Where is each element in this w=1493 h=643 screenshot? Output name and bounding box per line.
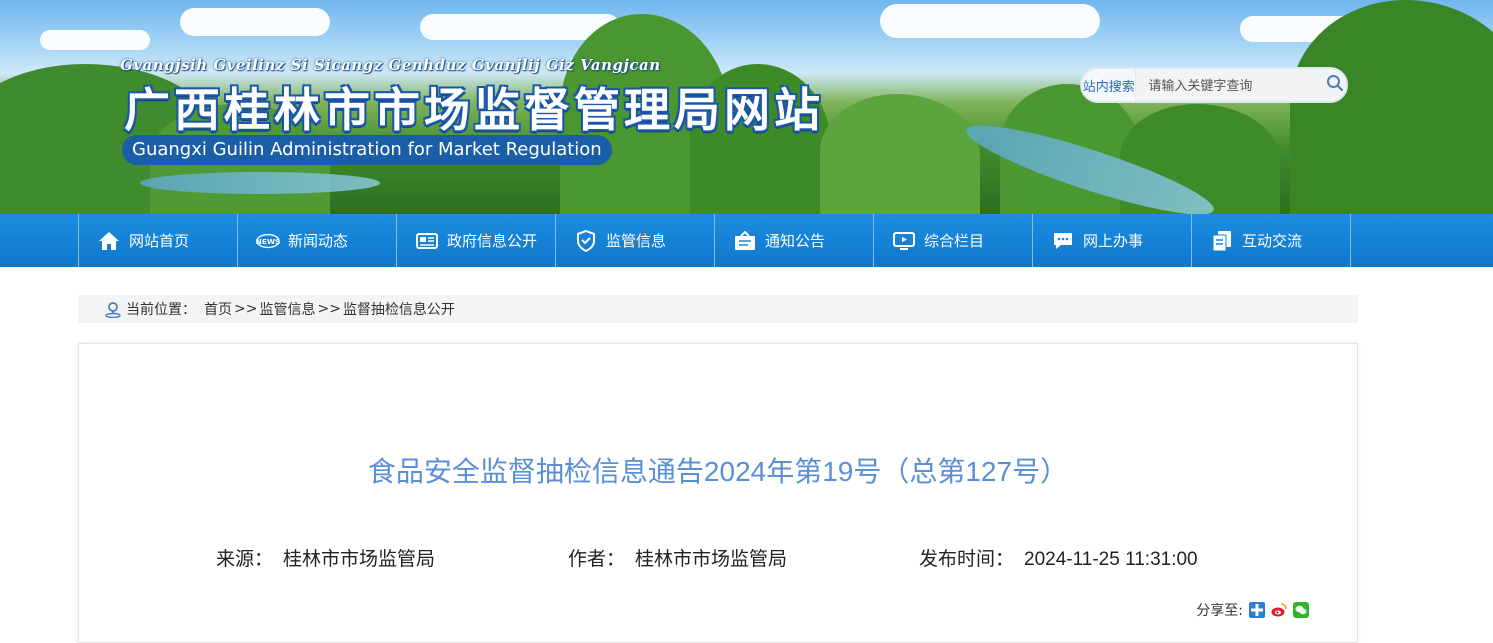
article-source-value: 桂林市市场监管局	[283, 549, 436, 570]
search-input[interactable]	[1136, 69, 1325, 101]
svg-text:NEWS: NEWS	[256, 236, 280, 245]
search-box: 站内搜索	[1080, 67, 1348, 103]
notice-board-icon	[733, 230, 757, 252]
cloud-decoration	[180, 8, 330, 36]
search-label: 站内搜索	[1082, 69, 1137, 101]
breadcrumb-separator: >>	[234, 301, 258, 317]
chat-icon	[1051, 230, 1075, 252]
breadcrumb-link-supervision[interactable]: 监管信息	[259, 299, 315, 319]
nav-item-label: 通知公告	[765, 232, 826, 250]
nav-item-home[interactable]: 网站首页	[79, 214, 238, 267]
breadcrumb: 当前位置： 首页 >> 监管信息 >> 监督抽检信息公开	[78, 295, 1358, 323]
nav-item-label: 网站首页	[129, 232, 190, 250]
search-icon	[1326, 74, 1344, 96]
share-bar: 分享至:	[1196, 600, 1309, 620]
site-title-english: Guangxi Guilin Administration for Market…	[122, 135, 612, 165]
article-source: 来源： 桂林市市场监管局	[216, 544, 435, 571]
wechat-icon[interactable]	[1293, 602, 1309, 618]
location-pin-icon	[104, 300, 122, 318]
breadcrumb-link-home[interactable]: 首页	[204, 299, 232, 319]
nav-item-label: 综合栏目	[924, 232, 985, 250]
breadcrumb-prefix: 当前位置：	[126, 302, 196, 318]
news-icon: NEWS	[256, 230, 280, 252]
article-title: 食品安全监督抽检信息通告2024年第19号（总第127号）	[367, 456, 1069, 487]
site-title-pinyin: Gvangjsih Gveilinz Si Sicangz Genhduz Gv…	[120, 56, 661, 74]
article-author-value: 桂林市市场监管局	[635, 549, 788, 570]
article-date: 发布时间： 2024-11-25 11:31:00	[919, 544, 1198, 571]
nav-item-general[interactable]: 综合栏目	[874, 214, 1033, 267]
river-decoration	[140, 172, 380, 194]
mountain-decoration	[1290, 0, 1493, 214]
documents-icon	[1210, 230, 1234, 252]
monitor-icon	[892, 230, 916, 252]
breadcrumb-link-inspection[interactable]: 监督抽检信息公开	[343, 299, 455, 319]
nav-item-label: 政府信息公开	[447, 232, 538, 250]
nav-item-notice[interactable]: 通知公告	[715, 214, 874, 267]
qzone-icon[interactable]	[1249, 602, 1265, 618]
cloud-decoration	[40, 30, 150, 50]
main-nav: 网站首页 NEWS 新闻动态 政府信息公开 监管信息 通知公告 综合栏目 网上办…	[0, 214, 1493, 267]
article-author: 作者： 桂林市市场监管局	[568, 544, 787, 571]
nav-item-label: 互动交流	[1242, 232, 1303, 250]
nav-item-gov-info[interactable]: 政府信息公开	[397, 214, 556, 267]
nav-item-online-service[interactable]: 网上办事	[1033, 214, 1192, 267]
article-card: 食品安全监督抽检信息通告2024年第19号（总第127号） 来源： 桂林市市场监管…	[78, 343, 1358, 643]
header-banner: Gvangjsih Gveilinz Si Sicangz Genhduz Gv…	[0, 0, 1493, 214]
home-icon	[97, 230, 121, 252]
mountain-decoration	[820, 94, 980, 214]
nav-item-label: 监管信息	[606, 232, 667, 250]
nav-item-supervision[interactable]: 监管信息	[556, 214, 715, 267]
article-date-value: 2024-11-25 11:31:00	[1024, 549, 1198, 570]
shield-icon	[574, 229, 598, 252]
weibo-icon[interactable]	[1271, 602, 1287, 618]
nav-item-label: 新闻动态	[288, 232, 349, 250]
breadcrumb-separator: >>	[317, 301, 341, 317]
nav-item-interaction[interactable]: 互动交流	[1192, 214, 1351, 267]
site-title[interactable]: 广西桂林市市场监督管理局网站	[124, 74, 824, 140]
search-button[interactable]	[1324, 69, 1346, 101]
article-date-label: 发布时间：	[919, 549, 1015, 570]
article-author-label: 作者：	[568, 549, 626, 570]
share-label: 分享至:	[1196, 603, 1243, 619]
newspaper-icon	[415, 230, 439, 252]
nav-item-label: 网上办事	[1083, 232, 1144, 250]
article-source-label: 来源：	[216, 549, 274, 570]
cloud-decoration	[880, 4, 1100, 38]
nav-item-news[interactable]: NEWS 新闻动态	[238, 214, 397, 267]
